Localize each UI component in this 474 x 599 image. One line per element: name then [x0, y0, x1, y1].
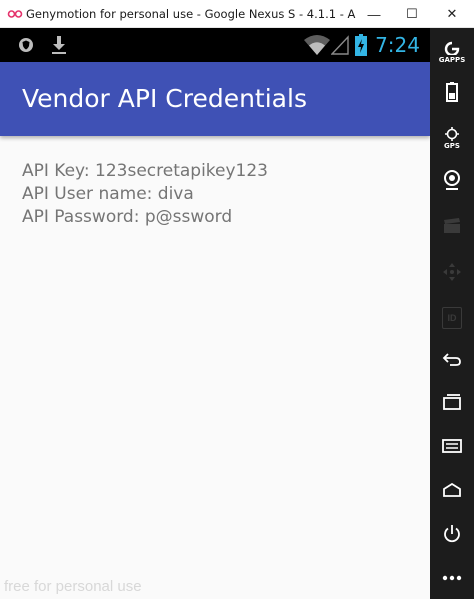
back-button[interactable]: [430, 337, 474, 381]
minimize-button[interactable]: —: [354, 0, 394, 28]
cellular-signal-icon: [330, 28, 350, 62]
menu-button[interactable]: [430, 424, 474, 468]
window-title-bar: Genymotion for personal use - Google Nex…: [0, 0, 474, 28]
recent-apps-button[interactable]: [430, 380, 474, 424]
page-title: Vendor API Credentials: [22, 84, 307, 113]
gps-label: GPS: [444, 141, 460, 150]
battery-icon: [446, 82, 458, 102]
dpad-button: [430, 250, 474, 294]
api-password-text: API Password: p@ssword: [22, 207, 233, 227]
recent-apps-icon: [443, 394, 461, 410]
power-button[interactable]: [430, 512, 474, 556]
menu-icon: [442, 439, 462, 453]
back-arrow-icon: [442, 353, 461, 366]
gapps-label: GAPPS: [438, 55, 466, 64]
credentials-panel: API Key: 123secretapikey123 API User nam…: [22, 160, 422, 229]
download-notification-icon: [48, 28, 70, 62]
id-card-icon: ID: [442, 307, 462, 329]
status-clock: 7:24: [375, 33, 420, 57]
clapperboard-icon: [444, 218, 460, 233]
gps-icon: [445, 126, 459, 141]
gps-button[interactable]: GPS: [430, 116, 474, 160]
close-button[interactable]: ✕: [432, 0, 472, 28]
screencast-button: [430, 204, 474, 248]
api-key-text: API Key: 123secretapikey123: [22, 161, 269, 181]
wifi-icon: [302, 28, 332, 62]
genymotion-toolbar: GAPPS GPS ID: [430, 28, 474, 599]
power-icon: [444, 525, 460, 543]
webcam-button[interactable]: [430, 158, 474, 202]
id-label: ID: [447, 313, 457, 323]
api-user-text: API User name: diva: [22, 184, 194, 204]
maximize-button[interactable]: ☐: [392, 0, 432, 28]
android-status-bar: 7:24: [0, 28, 430, 62]
device-id-button: ID: [430, 296, 474, 340]
shield-notification-icon: [16, 28, 36, 62]
more-dots-icon: [442, 575, 462, 581]
genymotion-logo-icon: [4, 9, 26, 19]
gapps-button[interactable]: GAPPS: [430, 30, 474, 74]
webcam-icon: [444, 170, 460, 190]
move-arrows-icon: [443, 263, 461, 281]
more-options-button[interactable]: [430, 556, 474, 599]
home-icon: [443, 483, 461, 497]
personal-use-watermark: free for personal use: [4, 578, 142, 595]
battery-charging-icon: [352, 28, 370, 62]
gapps-icon: [444, 41, 460, 55]
battery-button[interactable]: [430, 70, 474, 114]
window-title: Genymotion for personal use - Google Nex…: [26, 6, 356, 21]
home-button[interactable]: [430, 468, 474, 512]
action-bar: Vendor API Credentials: [0, 62, 430, 136]
